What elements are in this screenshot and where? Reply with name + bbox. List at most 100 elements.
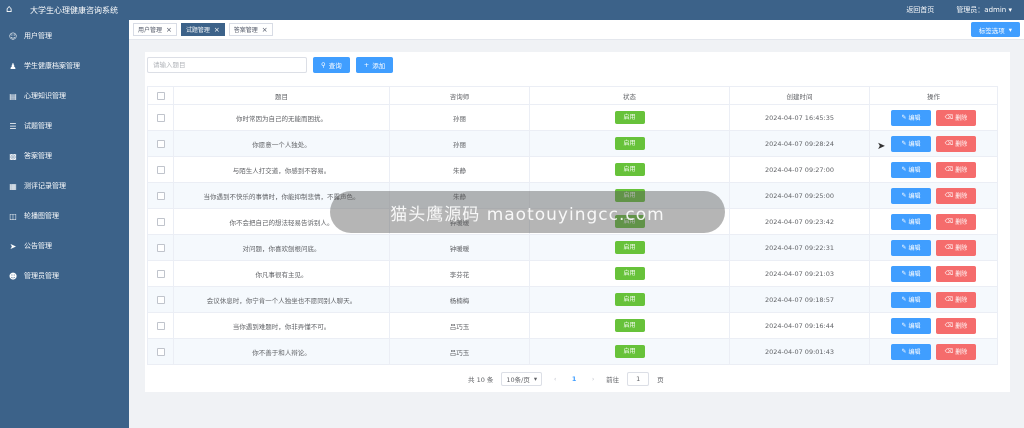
prev-page-button[interactable]: ‹ xyxy=(550,375,560,383)
next-page-button[interactable]: › xyxy=(588,375,598,383)
tab-answers[interactable]: 答案管理 × xyxy=(228,23,273,36)
counselor-cell: 李芬花 xyxy=(389,260,530,287)
sidebar-item-carousel[interactable]: ◫ 轮播图管理 xyxy=(0,201,129,231)
edit-button[interactable]: ✎ 编辑 xyxy=(891,343,931,360)
row-checkbox[interactable] xyxy=(156,347,165,356)
status-badge[interactable]: 启用 xyxy=(614,163,645,176)
sidebar-item-questions[interactable]: ☰ 试题管理 xyxy=(0,111,129,141)
edit-label: 编辑 xyxy=(908,193,921,200)
row-checkbox[interactable] xyxy=(156,295,165,304)
delete-button[interactable]: ⌫ 删除 xyxy=(936,291,976,308)
delete-button[interactable]: ⌫ 删除 xyxy=(936,213,976,230)
slider-icon: ◫ xyxy=(9,211,17,221)
edit-button[interactable]: ✎ 编辑 xyxy=(891,135,931,152)
delete-button[interactable]: ⌫ 删除 xyxy=(936,161,976,178)
delete-button[interactable]: ⌫ 删除 xyxy=(936,317,976,334)
edit-button[interactable]: ✎ 编辑 xyxy=(891,239,931,256)
page-number[interactable]: 1 xyxy=(568,375,580,383)
mouse-cursor-icon: ➤ xyxy=(877,141,886,152)
row-checkbox[interactable] xyxy=(156,269,165,278)
chevron-down-icon: ▾ xyxy=(533,375,538,383)
system-title: 大学生心理健康咨询系统 xyxy=(30,5,118,15)
page-unit-label: 页 xyxy=(657,376,664,384)
search-button[interactable]: ⚲ 查询 xyxy=(313,57,350,73)
sidebar-item-label: 心理知识管理 xyxy=(24,92,66,100)
status-badge[interactable]: 启用 xyxy=(614,111,645,124)
row-checkbox[interactable] xyxy=(156,243,165,252)
sidebar-item-student-records[interactable]: ♟ 学生健康档案管理 xyxy=(0,51,129,81)
sidebar: ☺ 用户管理 ♟ 学生健康档案管理 ▤ 心理知识管理 ☰ 试题管理 ▩ 答案管理… xyxy=(0,20,129,428)
home-link[interactable]: 返回首页 xyxy=(906,5,934,15)
close-icon[interactable]: × xyxy=(166,26,172,34)
delete-button[interactable]: ⌫ 删除 xyxy=(936,109,976,126)
edit-icon: ✎ xyxy=(901,322,907,329)
status-cell: 启用 xyxy=(529,104,730,131)
delete-button[interactable]: ⌫ 删除 xyxy=(936,187,976,204)
home-icon[interactable]: ⌂ xyxy=(6,5,20,15)
edit-button[interactable]: ✎ 编辑 xyxy=(891,161,931,178)
actions-cell: ✎ 编辑 ⌫ 删除 xyxy=(869,260,998,287)
close-icon[interactable]: × xyxy=(214,26,220,34)
tab-questions[interactable]: 试题管理 × xyxy=(180,23,225,36)
counselor-cell: 孙丽 xyxy=(389,130,530,157)
delete-button[interactable]: ⌫ 删除 xyxy=(936,135,976,152)
edit-icon: ✎ xyxy=(901,192,907,199)
actions: ✎ 编辑 ⌫ 删除 xyxy=(870,317,997,334)
actions: ✎ 编辑 ⌫ 删除 xyxy=(870,265,997,282)
row-checkbox[interactable] xyxy=(156,113,165,122)
created-cell: 2024-04-07 09:16:44 xyxy=(729,312,870,339)
created-cell: 2024-04-07 09:27:00 xyxy=(729,156,870,183)
delete-button[interactable]: ⌫ 删除 xyxy=(936,239,976,256)
row-checkbox[interactable] xyxy=(156,217,165,226)
add-button[interactable]: + 添加 xyxy=(355,57,394,73)
row-checkbox[interactable] xyxy=(156,139,165,148)
trash-icon: ⌫ xyxy=(944,114,954,121)
search-label: 查询 xyxy=(328,62,342,70)
status-cell: 启用 xyxy=(529,234,730,261)
sidebar-item-label: 答案管理 xyxy=(24,152,52,160)
select-all-checkbox[interactable] xyxy=(156,91,165,100)
edit-button[interactable]: ✎ 编辑 xyxy=(891,213,931,230)
page-size-select[interactable]: 10条/页 ▾ xyxy=(501,372,543,386)
status-badge[interactable]: 启用 xyxy=(614,241,645,254)
row-select-cell xyxy=(147,312,174,339)
admin-menu[interactable]: 管理员：admin ▾ xyxy=(956,5,1012,15)
delete-label: 删除 xyxy=(955,193,968,200)
actions: ✎ 编辑 ⌫ 删除 xyxy=(870,109,997,126)
question-cell: 你愿意一个人独处。 xyxy=(173,130,390,157)
row-checkbox[interactable] xyxy=(156,321,165,330)
table-header-row: 题目 咨询师 状态 创建时间 操作 xyxy=(147,86,998,105)
status-badge[interactable]: 启用 xyxy=(614,293,645,306)
edit-button[interactable]: ✎ 编辑 xyxy=(891,317,931,334)
delete-button[interactable]: ⌫ 删除 xyxy=(936,343,976,360)
close-icon[interactable]: × xyxy=(262,26,268,34)
goto-page-input[interactable]: 1 xyxy=(627,372,650,386)
column-header: 题目 xyxy=(173,86,390,105)
sidebar-item-users[interactable]: ☺ 用户管理 xyxy=(0,21,129,51)
status-badge[interactable]: 启用 xyxy=(614,137,645,150)
edit-button[interactable]: ✎ 编辑 xyxy=(891,109,931,126)
chart-icon: ▩ xyxy=(9,151,17,161)
send-icon: ➤ xyxy=(9,241,17,251)
user-icon: ☺ xyxy=(8,31,18,41)
sidebar-item-admins[interactable]: ☻ 管理员管理 xyxy=(0,261,129,291)
row-checkbox[interactable] xyxy=(156,165,165,174)
sidebar-item-assessments[interactable]: ▦ 测评记录管理 xyxy=(0,171,129,201)
tab-options-button[interactable]: 标签选项 ▾ xyxy=(970,22,1020,37)
table-body: 你时常因为自己的无能而困扰。 孙丽 启用 2024-04-07 16:45:35 ✎ 编辑… xyxy=(147,104,998,365)
edit-button[interactable]: ✎ 编辑 xyxy=(891,187,931,204)
sidebar-item-psych-knowledge[interactable]: ▤ 心理知识管理 xyxy=(0,81,129,111)
edit-button[interactable]: ✎ 编辑 xyxy=(891,291,931,308)
edit-button[interactable]: ✎ 编辑 xyxy=(891,265,931,282)
status-badge[interactable]: 启用 xyxy=(614,319,645,332)
status-badge[interactable]: 启用 xyxy=(614,267,645,280)
row-checkbox[interactable] xyxy=(156,191,165,200)
tab-users[interactable]: 用户管理 × xyxy=(133,23,177,36)
search-input[interactable] xyxy=(147,57,307,73)
delete-button[interactable]: ⌫ 删除 xyxy=(936,265,976,282)
sidebar-item-announcements[interactable]: ➤ 公告管理 xyxy=(0,231,129,261)
edit-label: 编辑 xyxy=(908,297,921,304)
sidebar-item-answers[interactable]: ▩ 答案管理 xyxy=(0,141,129,171)
created-cell: 2024-04-07 09:25:00 xyxy=(729,182,870,209)
status-badge[interactable]: 启用 xyxy=(614,345,645,358)
